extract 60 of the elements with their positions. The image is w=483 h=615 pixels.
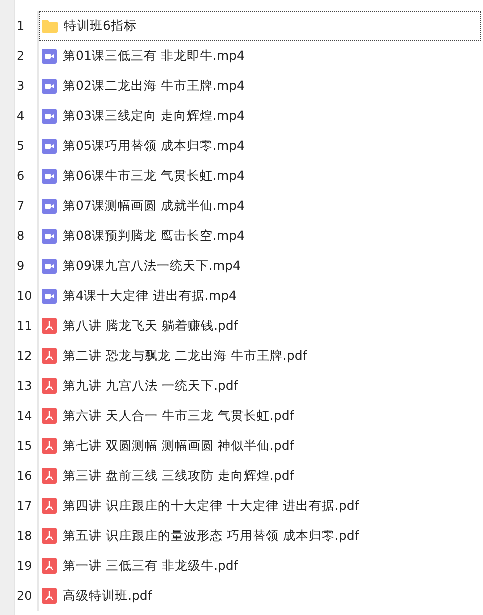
video-icon [42, 258, 57, 274]
file-item[interactable]: 第06课牛市三龙 气贯长虹.mp4 [39, 161, 481, 191]
row-number: 8 [15, 221, 39, 251]
video-icon [42, 48, 57, 64]
file-item[interactable]: 第4课十大定律 进出有据.mp4 [39, 281, 481, 311]
row-number: 11 [15, 311, 39, 341]
file-item[interactable]: 第05课巧用替领 成本归零.mp4 [39, 131, 481, 161]
row-number: 3 [15, 71, 39, 101]
pdf-icon [42, 558, 57, 574]
file-item[interactable]: 高级特训班.pdf [39, 581, 481, 611]
file-item[interactable]: 第07课测幅画圆 成就半仙.mp4 [39, 191, 481, 221]
video-icon [42, 108, 57, 124]
video-icon [42, 228, 57, 244]
row-number: 1 [15, 11, 39, 41]
file-item[interactable]: 第09课九宫八法一统天下.mp4 [39, 251, 481, 281]
row-number: 15 [15, 431, 39, 461]
file-item[interactable]: 第一讲 三低三有 非龙级牛.pdf [39, 551, 481, 581]
file-item[interactable]: 第八讲 腾龙飞天 躺着赚钱.pdf [39, 311, 481, 341]
file-item[interactable]: 第六讲 天人合一 牛市三龙 气贯长虹.pdf [39, 401, 481, 431]
row-number: 12 [15, 341, 39, 371]
folder-icon [42, 20, 58, 32]
file-item[interactable]: 第三讲 盘前三线 三线攻防 走向辉煌.pdf [39, 461, 481, 491]
row-number: 13 [15, 371, 39, 401]
row-number: 14 [15, 401, 39, 431]
file-item[interactable]: 第二讲 恐龙与飘龙 二龙出海 牛市王牌.pdf [39, 341, 481, 371]
row-number: 9 [15, 251, 39, 281]
row-number: 10 [15, 281, 39, 311]
video-icon [42, 198, 57, 214]
file-item[interactable]: 第01课三低三有 非龙即牛.mp4 [39, 41, 481, 71]
row-number: 6 [15, 161, 39, 191]
row-number: 7 [15, 191, 39, 221]
file-item[interactable]: 第03课三线定向 走向辉煌.mp4 [39, 101, 481, 131]
row-number: 4 [15, 101, 39, 131]
pdf-icon [42, 318, 57, 334]
file-item[interactable]: 第02课二龙出海 牛市王牌.mp4 [39, 71, 481, 101]
file-item[interactable]: 第五讲 识庄跟庄的量波形态 巧用替领 成本归零.pdf [39, 521, 481, 551]
pdf-icon [42, 408, 57, 424]
pdf-icon [42, 348, 57, 364]
pdf-icon [42, 468, 57, 484]
pdf-icon [42, 378, 57, 394]
file-item[interactable]: 第七讲 双圆测幅 测幅画圆 神似半仙.pdf [39, 431, 481, 461]
row-number: 19 [15, 551, 39, 581]
row-number: 17 [15, 491, 39, 521]
file-item[interactable]: 第08课预判腾龙 鹰击长空.mp4 [39, 221, 481, 251]
file-item[interactable]: 第四讲 识庄跟庄的十大定律 十大定律 进出有据.pdf [39, 491, 481, 521]
file-item[interactable]: 第九讲 九宫八法 一统天下.pdf [39, 371, 481, 401]
row-number: 2 [15, 41, 39, 71]
pdf-icon [42, 498, 57, 514]
file-item[interactable]: 特训班6指标 [39, 11, 481, 41]
video-icon [42, 78, 57, 94]
pdf-icon [42, 528, 57, 544]
row-number: 16 [15, 461, 39, 491]
video-icon [42, 288, 57, 304]
pdf-icon [42, 438, 57, 454]
row-number: 20 [15, 581, 39, 611]
row-number: 18 [15, 521, 39, 551]
row-number: 5 [15, 131, 39, 161]
video-icon [42, 168, 57, 184]
video-icon [42, 138, 57, 154]
pdf-icon [42, 588, 57, 604]
